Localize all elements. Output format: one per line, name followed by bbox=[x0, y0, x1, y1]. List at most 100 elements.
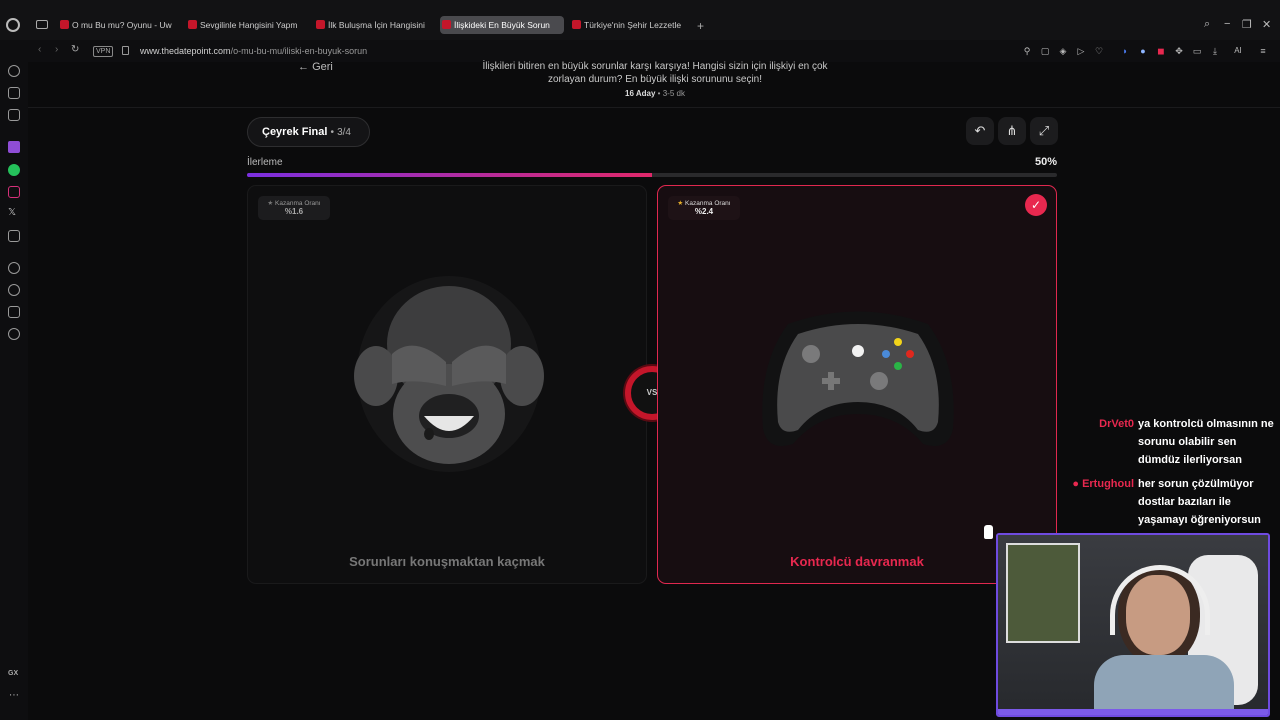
lock-icon[interactable] bbox=[122, 46, 129, 55]
player-sidebar-icon[interactable] bbox=[8, 262, 20, 274]
page-meta: 16 Aday • 3-5 dk bbox=[480, 89, 830, 98]
duration: 3-5 dk bbox=[662, 89, 685, 98]
tab-label: O mu Bu mu? Oyunu - Uw bbox=[72, 20, 172, 30]
stream-chat: DrVet0 ya kontrolcü olmasının ne sorunu … bbox=[1070, 415, 1280, 535]
download-icon[interactable]: ⤓ bbox=[1210, 46, 1220, 56]
star-icon: ★ bbox=[267, 200, 274, 207]
chat-text: ya kontrolcü olmasının ne sorunu olabili… bbox=[1138, 418, 1274, 466]
back-nav-icon[interactable]: ‹ bbox=[38, 44, 41, 55]
reload-icon[interactable]: ↻ bbox=[71, 44, 79, 55]
wall-poster bbox=[1006, 543, 1080, 643]
tab-bar: O mu Bu mu? Oyunu - Uw Sevgilinle Hangis… bbox=[0, 0, 1280, 40]
selected-check-icon: ✓ bbox=[1025, 194, 1047, 216]
win-rate-value: %2.4 bbox=[694, 207, 714, 216]
tab-label: İlişkideki En Büyük Sorun bbox=[454, 20, 550, 30]
x-twitter-icon[interactable]: 𝕏 bbox=[8, 207, 16, 218]
round-separator: • bbox=[330, 127, 334, 138]
option-title-left: Sorunları konuşmaktan kaçmak bbox=[349, 554, 545, 569]
twitch-icon[interactable] bbox=[8, 141, 20, 153]
page-subtitle: İlişkileri bitiren en büyük sorunlar kar… bbox=[482, 61, 828, 85]
notes-icon[interactable] bbox=[8, 87, 20, 99]
minimize-icon[interactable]: − bbox=[1224, 18, 1230, 30]
round-indicator: Çeyrek Final • 3/4 bbox=[247, 117, 370, 147]
gx-label[interactable]: GX bbox=[8, 670, 18, 677]
wallet-icon[interactable]: ▭ bbox=[1192, 46, 1202, 56]
tab-4-active[interactable]: İlişkideki En Büyük Sorun bbox=[440, 16, 564, 34]
win-rate-label: Kazanma Oranı bbox=[275, 200, 321, 207]
tab-2[interactable]: Sevgilinle Hangisini Yapm bbox=[186, 16, 302, 34]
round-name: Çeyrek Final bbox=[262, 126, 328, 138]
tab-3[interactable]: İlk Buluşma İçin Hangisini bbox=[314, 16, 430, 34]
tab-1[interactable]: O mu Bu mu? Oyunu - Uw bbox=[58, 16, 174, 34]
shield-icon[interactable]: ◈ bbox=[1058, 46, 1068, 56]
url-path: /o-mu-bu-mu/iliski-en-buyuk-sorun bbox=[230, 46, 368, 56]
win-rate-badge: ★ Kazanma Oranı %1.6 bbox=[258, 196, 330, 220]
heart-icon[interactable]: ♡ bbox=[1094, 46, 1104, 56]
ai-sidebar-icon[interactable] bbox=[8, 65, 20, 77]
fullscreen-button[interactable]: ⤢ bbox=[1030, 117, 1058, 145]
tab-5[interactable]: Türkiye'nin Şehir Lezzetle bbox=[570, 16, 686, 34]
more-icon[interactable]: ⋯ bbox=[9, 690, 19, 701]
win-rate-label-row: ★ Kazanma Oranı bbox=[668, 199, 740, 207]
candidate-count: 16 Aday bbox=[625, 89, 656, 98]
search-tabs-icon[interactable]: ⌕ bbox=[1204, 18, 1210, 31]
player-icon[interactable]: ▷ bbox=[1076, 46, 1086, 56]
whatsapp-icon[interactable] bbox=[8, 164, 20, 176]
snapshot-icon[interactable]: ▢ bbox=[1040, 46, 1050, 56]
tab-favicon-icon bbox=[442, 20, 451, 29]
tab-favicon-icon bbox=[188, 20, 197, 29]
streamer-webcam bbox=[996, 533, 1270, 717]
pin-icon[interactable]: ⚲ bbox=[1022, 46, 1032, 56]
fullscreen-icon: ⤢ bbox=[1038, 123, 1050, 138]
option-card-left[interactable]: ★ Kazanma Oranı %1.6 Sorunları konuşmakt… bbox=[247, 185, 647, 584]
webcam-frame-bar bbox=[998, 709, 1268, 715]
vpn-badge[interactable]: VPN bbox=[93, 46, 114, 57]
extension-icon[interactable]: ◼ bbox=[1156, 46, 1166, 56]
mouse-cursor bbox=[984, 525, 993, 539]
undo-button[interactable]: ↶ bbox=[966, 117, 994, 145]
puzzle-icon[interactable]: ✥ bbox=[1174, 46, 1184, 56]
progress-bar bbox=[247, 173, 1057, 177]
win-rate-value: %1.6 bbox=[284, 207, 304, 216]
new-tab-icon[interactable]: + bbox=[697, 19, 704, 33]
instagram-icon[interactable] bbox=[8, 186, 20, 198]
menu-icon[interactable]: ≡ bbox=[1258, 46, 1268, 56]
tab-favicon-icon bbox=[60, 20, 69, 29]
history-icon[interactable] bbox=[8, 284, 20, 296]
url-field[interactable]: www.thedatepoint.com/o-mu-bu-mu/iliski-e… bbox=[140, 46, 367, 56]
close-icon[interactable]: ✕ bbox=[1262, 18, 1271, 31]
star-icon: ★ bbox=[677, 200, 684, 207]
discord-icon[interactable] bbox=[8, 230, 20, 242]
share-button[interactable]: ⋔ bbox=[998, 117, 1026, 145]
tab-islands-icon[interactable] bbox=[36, 20, 48, 29]
arrow-left-icon: ← bbox=[298, 61, 309, 73]
chat-username: ● Ertughoul bbox=[1072, 475, 1134, 493]
settings-icon[interactable] bbox=[8, 328, 20, 340]
progress-fill bbox=[247, 173, 652, 177]
tab-favicon-icon bbox=[572, 20, 581, 29]
back-link[interactable]: ← Geri bbox=[298, 61, 333, 73]
extension-icon[interactable]: ◗ bbox=[1120, 46, 1130, 56]
forward-nav-icon[interactable]: › bbox=[55, 44, 58, 55]
chat-message: ● Ertughoul her sorun çözülmüyor dostlar… bbox=[1070, 475, 1280, 529]
meta-separator: • bbox=[657, 89, 661, 98]
game-controller-icon bbox=[762, 311, 954, 447]
chat-username: DrVet0 bbox=[1099, 418, 1134, 430]
win-rate-label: Kazanma Oranı bbox=[685, 200, 731, 207]
streamer-body bbox=[1094, 655, 1234, 715]
messenger-icon[interactable] bbox=[8, 109, 20, 121]
opera-logo-icon[interactable] bbox=[6, 18, 20, 32]
extensions-sidebar-icon[interactable] bbox=[8, 306, 20, 318]
header-divider bbox=[28, 107, 1280, 108]
maximize-icon[interactable]: ❐ bbox=[1242, 18, 1252, 31]
share-icon: ⋔ bbox=[1006, 123, 1018, 138]
option-card-right-selected[interactable]: ★ Kazanma Oranı %2.4 ✓ Kontrolcü davranm… bbox=[657, 185, 1057, 584]
see-no-evil-monkey-icon bbox=[354, 276, 544, 472]
tab-favicon-icon bbox=[316, 20, 325, 29]
round-count: 3/4 bbox=[337, 127, 351, 138]
extension-icon[interactable]: ● bbox=[1138, 46, 1148, 56]
win-rate-badge: ★ Kazanma Oranı %2.4 bbox=[668, 196, 740, 220]
user-badge-icon: ● bbox=[1072, 478, 1079, 490]
ai-button[interactable]: AI bbox=[1228, 46, 1248, 56]
progress-label: İlerleme bbox=[247, 157, 283, 168]
